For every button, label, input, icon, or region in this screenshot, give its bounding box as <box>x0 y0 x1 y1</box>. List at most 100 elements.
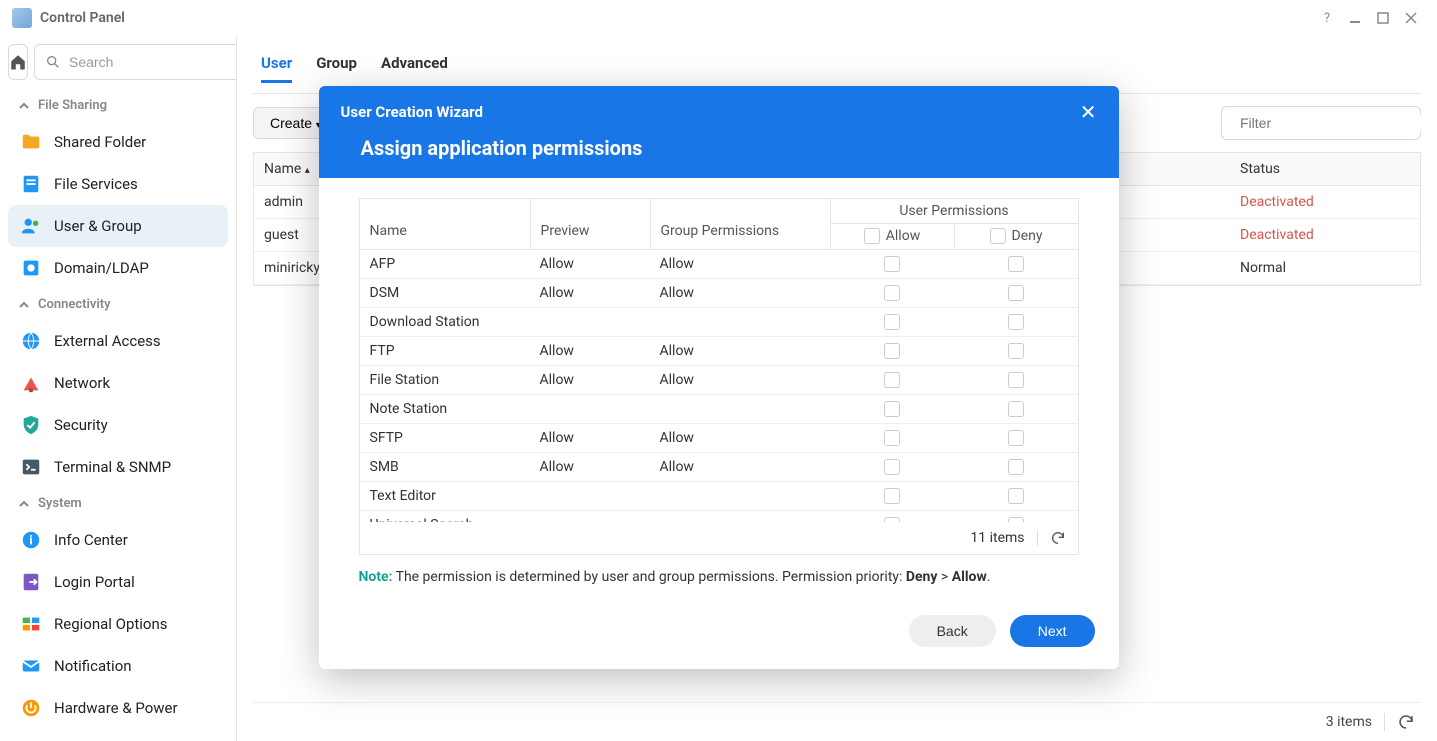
section-header-connectivity[interactable]: Connectivity <box>8 289 228 320</box>
allow-checkbox[interactable] <box>884 459 900 475</box>
tab-advanced[interactable]: Advanced <box>381 54 448 83</box>
perm-preview <box>530 403 650 415</box>
perm-group <box>650 316 830 328</box>
sidebar-item-label: Shared Folder <box>54 133 146 151</box>
section-header-file-sharing[interactable]: File Sharing <box>8 90 228 121</box>
allow-all-checkbox[interactable] <box>864 228 880 244</box>
perm-row[interactable]: AFPAllowAllow <box>360 250 1078 279</box>
col-header-status[interactable]: Status <box>1230 153 1420 185</box>
search-input[interactable] <box>69 54 237 70</box>
sidebar-item-hardware-power[interactable]: Hardware & Power <box>8 687 228 729</box>
perm-header-deny[interactable]: Deny <box>955 224 1078 248</box>
sidebar-item-user-group[interactable]: User & Group <box>8 205 228 247</box>
sidebar-item-label: Regional Options <box>54 615 168 633</box>
perm-header-allow[interactable]: Allow <box>831 224 955 248</box>
user-creation-wizard-modal: User Creation Wizard ✕ Assign applicatio… <box>319 86 1119 669</box>
home-button[interactable] <box>8 44 28 80</box>
perm-header-group[interactable]: Group Permissions <box>650 199 830 249</box>
item-count: 3 items <box>1326 714 1372 730</box>
perm-group: Allow <box>650 424 830 452</box>
deny-checkbox[interactable] <box>1008 401 1024 417</box>
deny-checkbox[interactable] <box>1008 256 1024 272</box>
perm-group: Allow <box>650 453 830 481</box>
deny-checkbox[interactable] <box>1008 488 1024 504</box>
sidebar-item-security[interactable]: Security <box>8 404 228 446</box>
deny-checkbox[interactable] <box>1008 343 1024 359</box>
tab-group[interactable]: Group <box>316 54 357 83</box>
domain-ldap-icon <box>20 257 42 279</box>
next-button[interactable]: Next <box>1010 615 1095 647</box>
allow-checkbox[interactable] <box>884 343 900 359</box>
back-button[interactable]: Back <box>909 615 996 647</box>
minimize-button[interactable] <box>1341 4 1369 32</box>
sidebar-item-notification[interactable]: Notification <box>8 645 228 687</box>
refresh-button[interactable] <box>1397 713 1415 731</box>
allow-checkbox[interactable] <box>884 517 900 522</box>
sidebar-item-network[interactable]: Network <box>8 362 228 404</box>
perm-preview: Allow <box>530 279 650 307</box>
allow-checkbox[interactable] <box>884 488 900 504</box>
perm-name: File Station <box>360 366 530 394</box>
filter-box[interactable] <box>1221 106 1421 140</box>
sidebar-item-external-access[interactable]: External Access <box>8 320 228 362</box>
cell-status: Deactivated <box>1230 219 1420 251</box>
perm-row[interactable]: FTPAllowAllow <box>360 337 1078 366</box>
perm-group <box>650 519 830 522</box>
sidebar-item-regional-options[interactable]: Regional Options <box>8 603 228 645</box>
allow-checkbox[interactable] <box>884 430 900 446</box>
sidebar-item-label: Network <box>54 374 110 392</box>
deny-checkbox[interactable] <box>1008 285 1024 301</box>
regional-options-icon <box>20 613 42 635</box>
section-header-system[interactable]: System <box>8 488 228 519</box>
allow-checkbox[interactable] <box>884 401 900 417</box>
perm-header-name[interactable]: Name <box>360 199 530 249</box>
perm-preview: Allow <box>530 366 650 394</box>
perm-header-preview[interactable]: Preview <box>530 199 650 249</box>
perm-count: 11 items <box>970 530 1024 546</box>
deny-checkbox[interactable] <box>1008 517 1024 522</box>
perm-refresh-button[interactable] <box>1050 530 1066 546</box>
permissions-table: Name Preview Group Permissions User Perm… <box>359 198 1079 555</box>
allow-checkbox[interactable] <box>884 256 900 272</box>
perm-row[interactable]: Text Editor <box>360 482 1078 511</box>
sidebar-item-login-portal[interactable]: Login Portal <box>8 561 228 603</box>
deny-checkbox[interactable] <box>1008 314 1024 330</box>
perm-row[interactable]: SMBAllowAllow <box>360 453 1078 482</box>
sidebar-item-file-services[interactable]: File Services <box>8 163 228 205</box>
perm-row[interactable]: File StationAllowAllow <box>360 366 1078 395</box>
allow-checkbox[interactable] <box>884 285 900 301</box>
perm-group <box>650 403 830 415</box>
sidebar-item-shared-folder[interactable]: Shared Folder <box>8 121 228 163</box>
deny-all-checkbox[interactable] <box>990 228 1006 244</box>
perm-row[interactable]: DSMAllowAllow <box>360 279 1078 308</box>
perm-row[interactable]: Universal Search <box>360 511 1078 522</box>
deny-checkbox[interactable] <box>1008 430 1024 446</box>
sidebar-item-label: Notification <box>54 657 132 675</box>
deny-checkbox[interactable] <box>1008 459 1024 475</box>
sidebar-item-terminal-snmp[interactable]: Terminal & SNMP <box>8 446 228 488</box>
sidebar-item-domain-ldap[interactable]: Domain/LDAP <box>8 247 228 289</box>
terminal-snmp-icon <box>20 456 42 478</box>
sidebar-item-label: Domain/LDAP <box>54 259 149 277</box>
info-center-icon: i <box>20 529 42 551</box>
svg-text:i: i <box>29 534 32 549</box>
perm-row[interactable]: Note Station <box>360 395 1078 424</box>
allow-checkbox[interactable] <box>884 372 900 388</box>
search-box[interactable] <box>34 44 237 80</box>
sidebar-item-info-center[interactable]: iInfo Center <box>8 519 228 561</box>
close-button[interactable] <box>1397 4 1425 32</box>
allow-checkbox[interactable] <box>884 314 900 330</box>
perm-row[interactable]: Download Station <box>360 308 1078 337</box>
file-services-icon <box>20 173 42 195</box>
tab-user[interactable]: User <box>261 54 292 83</box>
maximize-button[interactable] <box>1369 4 1397 32</box>
perm-group: Allow <box>650 279 830 307</box>
deny-checkbox[interactable] <box>1008 372 1024 388</box>
perm-row[interactable]: SFTPAllowAllow <box>360 424 1078 453</box>
modal-close-button[interactable]: ✕ <box>1080 100 1097 124</box>
perm-preview <box>530 519 650 522</box>
filter-input[interactable] <box>1240 115 1421 131</box>
permissions-body[interactable]: AFPAllowAllowDSMAllowAllowDownload Stati… <box>360 250 1078 522</box>
perm-group <box>650 490 830 502</box>
help-button[interactable]: ? <box>1313 4 1341 32</box>
